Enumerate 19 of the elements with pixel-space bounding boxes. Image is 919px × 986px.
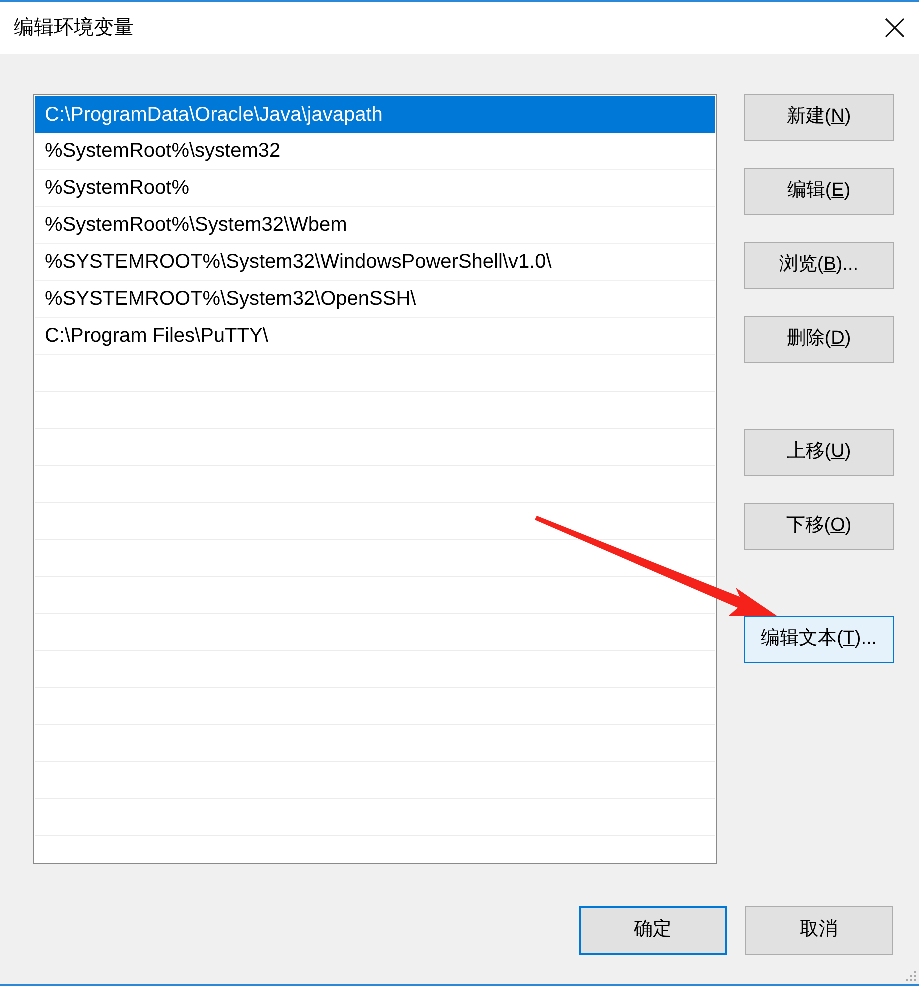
side-button[interactable]: 浏览(B)... (744, 242, 894, 289)
cancel-button[interactable]: 取消 (745, 906, 893, 955)
path-item[interactable]: %SystemRoot%\system32 (35, 133, 715, 170)
close-icon[interactable] (885, 18, 905, 38)
path-item[interactable]: %SYSTEMROOT%\System32\OpenSSH\ (35, 281, 715, 318)
side-button[interactable]: 编辑(E) (744, 168, 894, 215)
path-item[interactable]: C:\ProgramData\Oracle\Java\javapath (35, 96, 715, 133)
path-item[interactable]: %SystemRoot%\System32\Wbem (35, 207, 715, 244)
side-button[interactable]: 下移(O) (744, 503, 894, 550)
side-button[interactable]: 编辑文本(T)... (744, 616, 894, 663)
side-button[interactable]: 新建(N) (744, 94, 894, 141)
window-title: 编辑环境变量 (14, 16, 134, 41)
side-button[interactable]: 上移(U) (744, 429, 894, 476)
ok-button[interactable]: 确定 (579, 906, 727, 955)
side-button[interactable]: 删除(D) (744, 316, 894, 363)
resize-grip-icon[interactable] (905, 970, 917, 982)
path-item[interactable]: C:\Program Files\PuTTY\ (35, 318, 715, 355)
path-item[interactable]: %SYSTEMROOT%\System32\WindowsPowerShell\v1.0\ (35, 244, 715, 281)
path-item[interactable]: %SystemRoot% (35, 170, 715, 207)
